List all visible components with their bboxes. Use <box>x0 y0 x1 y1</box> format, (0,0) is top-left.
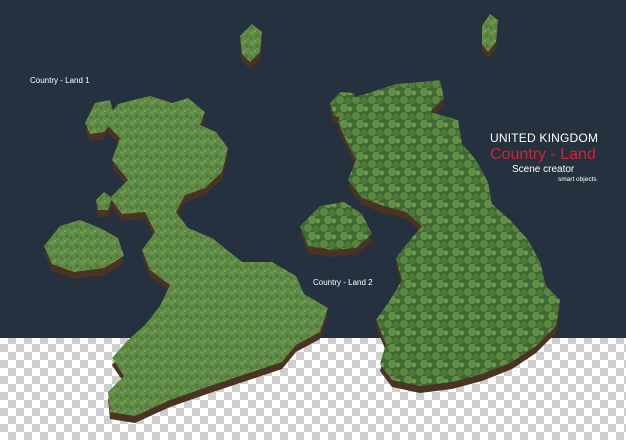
page-title: UNITED KINGDOM <box>490 131 599 145</box>
land-2-island <box>300 80 560 393</box>
islands-artwork <box>44 14 560 423</box>
land-1-caption: Country - Land 1 <box>30 76 90 85</box>
subtitle: Country - Land <box>490 146 596 163</box>
canvas-transparent-background: Country - Land 1 Country - Land 2 UNITED… <box>0 0 626 440</box>
title-block: UNITED KINGDOM Country - Land Scene crea… <box>490 131 598 184</box>
land-2-caption: Country - Land 2 <box>313 278 373 287</box>
smart-objects-text: smart objects <box>558 176 597 183</box>
scene-creator-text: Scene creator <box>512 164 575 175</box>
